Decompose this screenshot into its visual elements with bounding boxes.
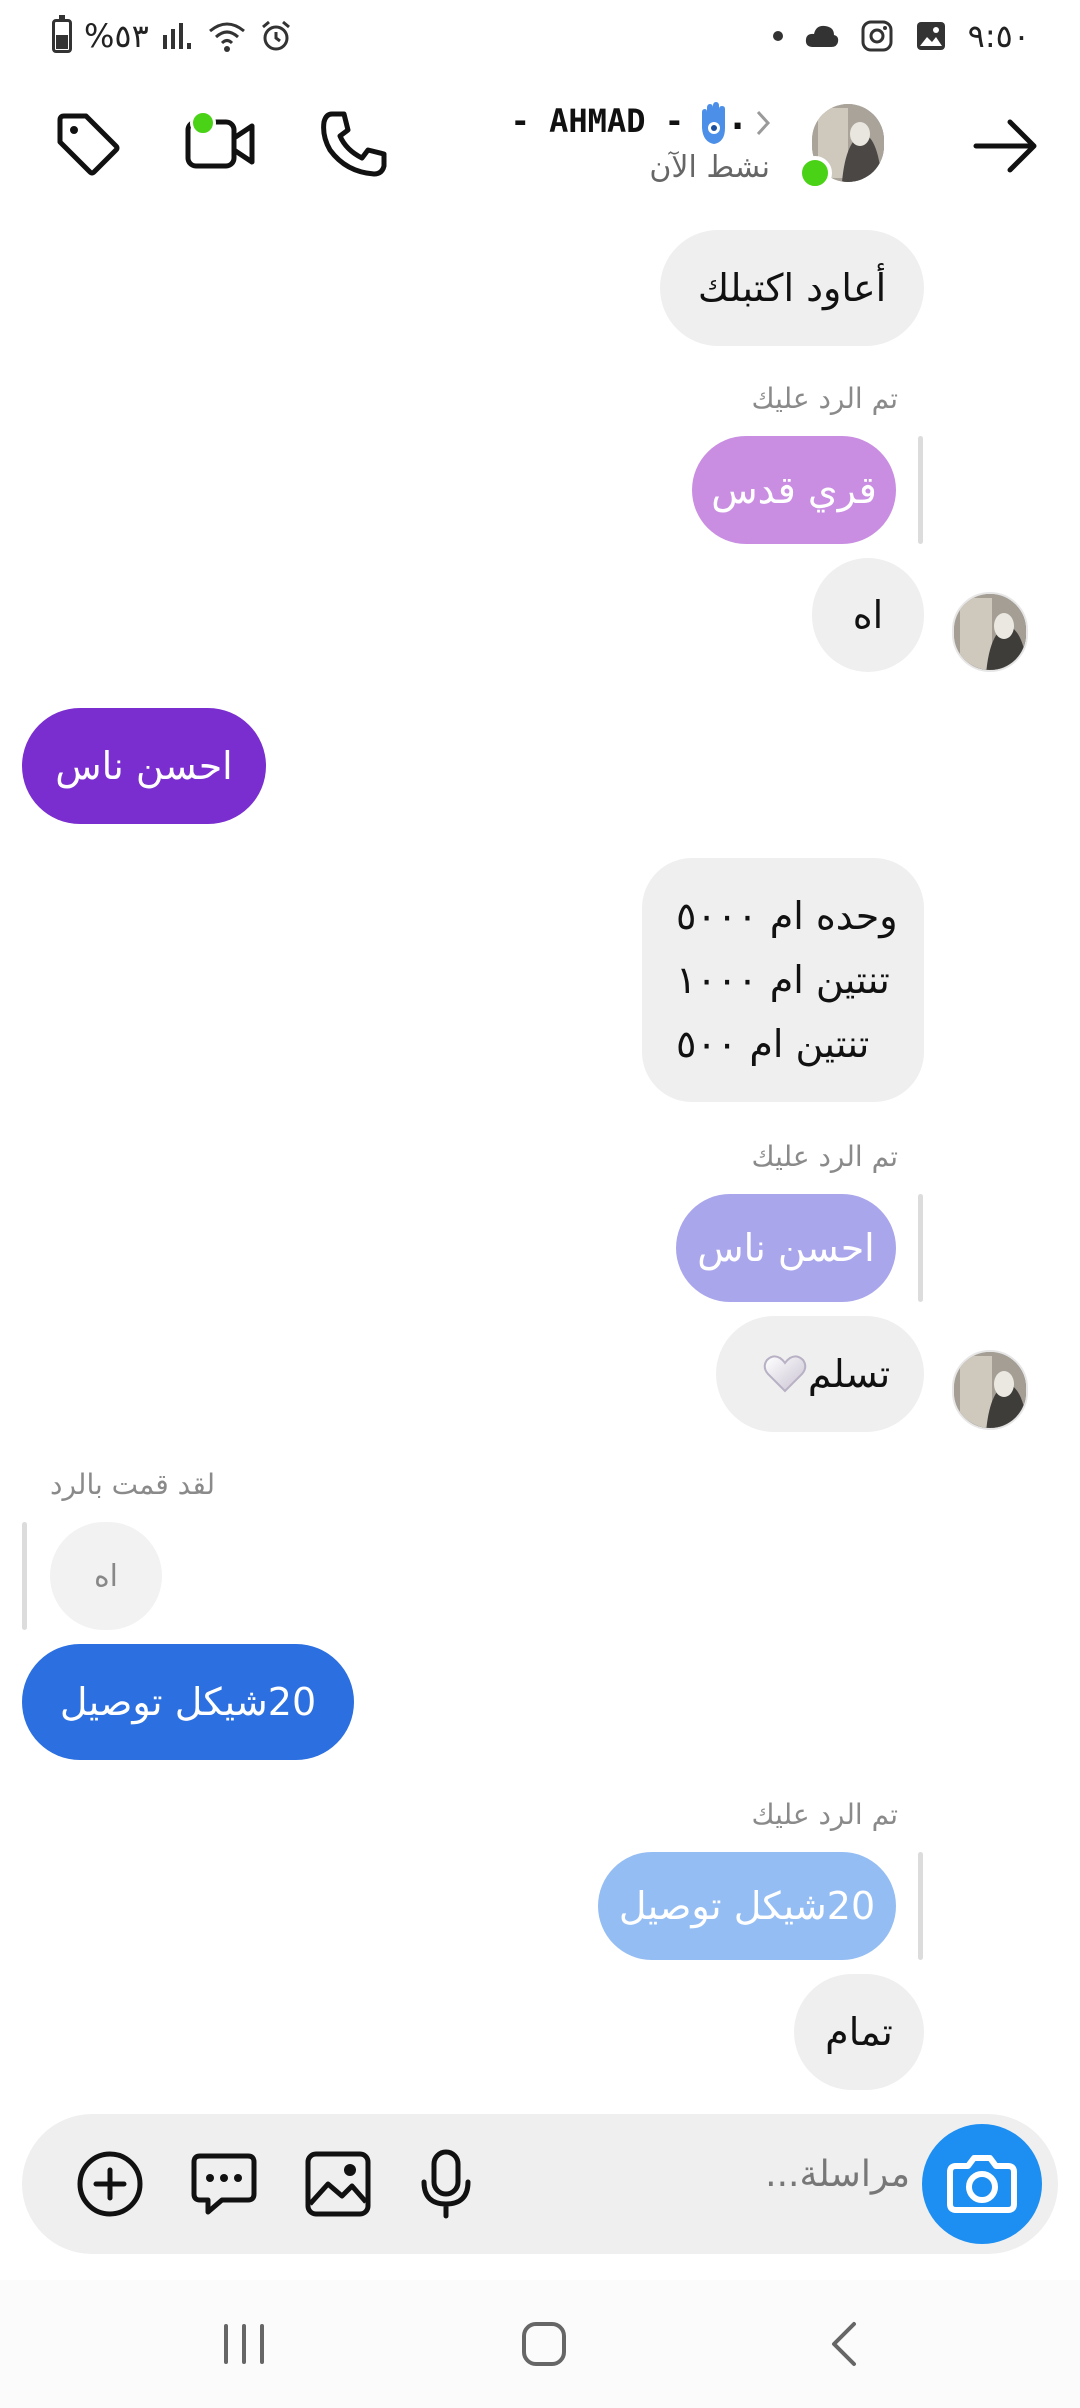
incoming-message[interactable]: أعاود اكتبلك	[660, 230, 924, 346]
message-text: تسلم	[807, 1352, 891, 1396]
back-arrow-icon[interactable]	[966, 108, 1042, 184]
alarm-icon	[261, 20, 290, 51]
battery-text: %٥٣	[84, 17, 149, 55]
microphone-icon[interactable]	[408, 2146, 484, 2222]
clock-text: ٩:٥٠	[967, 17, 1030, 55]
sticker-icon[interactable]	[186, 2146, 262, 2222]
reply-bar	[918, 436, 923, 544]
message-line-2: تنتين ام ١٠٠٠	[676, 958, 890, 1002]
status-right: ٩:٥٠	[772, 14, 1030, 58]
dot-icon	[772, 31, 783, 41]
quoted-message[interactable]: اه	[50, 1522, 162, 1630]
message-list[interactable]: أعاود اكتبلك تم الرد عليك قري قدس اه احس…	[0, 220, 1080, 2100]
image-icon[interactable]	[300, 2146, 376, 2222]
message-text: أعاود اكتبلك	[697, 266, 887, 310]
add-icon[interactable]	[72, 2146, 148, 2222]
reply-label: لقد قمت بالرد	[50, 1468, 216, 1501]
reply-bar	[918, 1852, 923, 1960]
camera-button[interactable]	[922, 2124, 1042, 2244]
quoted-text: اه	[93, 1558, 119, 1594]
signal-icon	[162, 23, 191, 49]
reply-label: تم الرد عليك	[751, 1140, 898, 1173]
reply-bar	[918, 1194, 923, 1302]
home-icon[interactable]	[514, 2314, 574, 2374]
battery-icon	[52, 15, 72, 53]
reply-bar	[22, 1522, 27, 1630]
quoted-message[interactable]: احسن ناس	[676, 1194, 896, 1302]
wifi-icon	[208, 22, 245, 52]
contact-name[interactable]: - AHMAD -	[511, 102, 684, 140]
hamsa-icon	[702, 102, 725, 144]
quoted-text: احسن ناس	[697, 1226, 875, 1270]
message-composer: مراسلة...	[22, 2114, 1058, 2254]
online-status-dot	[798, 156, 832, 190]
message-input[interactable]: مراسلة...	[765, 2154, 910, 2195]
sender-avatar[interactable]	[952, 592, 1028, 672]
outgoing-message[interactable]: احسن ناس	[22, 708, 266, 824]
sender-avatar[interactable]	[952, 1350, 1028, 1430]
message-text: احسن ناس	[55, 744, 233, 788]
status-left: %٥٣	[52, 14, 293, 58]
status-bar: %٥٣ ٩:٥٠	[0, 0, 1080, 72]
camera-icon	[947, 2155, 1017, 2213]
quoted-text: قري قدس	[711, 468, 877, 512]
chevron-right-icon[interactable]	[754, 108, 774, 138]
gallery-icon	[916, 22, 945, 50]
instagram-icon	[861, 20, 893, 52]
quoted-message[interactable]: 20شيكل توصيل	[598, 1852, 896, 1960]
message-line-1: وحده ام ٥٠٠٠	[676, 894, 898, 938]
incoming-message[interactable]: تمام	[794, 1974, 924, 2090]
phone-call-icon[interactable]	[316, 106, 392, 182]
tag-icon[interactable]	[50, 106, 126, 182]
outgoing-message[interactable]: 20شيكل توصيل	[22, 1644, 354, 1760]
active-status: نشط الآن	[649, 150, 770, 185]
incoming-message[interactable]: تسلم	[716, 1316, 924, 1432]
cloud-icon	[805, 25, 838, 47]
recent-apps-icon[interactable]	[214, 2314, 274, 2374]
back-icon[interactable]	[816, 2314, 876, 2374]
message-text: 20شيكل توصيل	[59, 1680, 317, 1724]
video-online-dot	[190, 110, 216, 136]
incoming-message[interactable]: اه	[812, 558, 924, 672]
quoted-text: 20شيكل توصيل	[618, 1884, 876, 1928]
message-line-3: تنتين ام ٥٠٠	[676, 1022, 870, 1066]
message-text: اه	[852, 593, 884, 637]
system-nav-bar	[0, 2280, 1080, 2408]
reply-label: تم الرد عليك	[751, 1798, 898, 1831]
quoted-message[interactable]: قري قدس	[692, 436, 896, 544]
message-text: تمام	[825, 2010, 893, 2054]
heart-icon	[763, 1355, 807, 1393]
reply-label: تم الرد عليك	[751, 382, 898, 415]
incoming-message[interactable]: وحده ام ٥٠٠٠ تنتين ام ١٠٠٠ تنتين ام ٥٠٠	[642, 858, 924, 1102]
chat-header: . - AHMAD - نشط الآن	[0, 80, 1080, 210]
